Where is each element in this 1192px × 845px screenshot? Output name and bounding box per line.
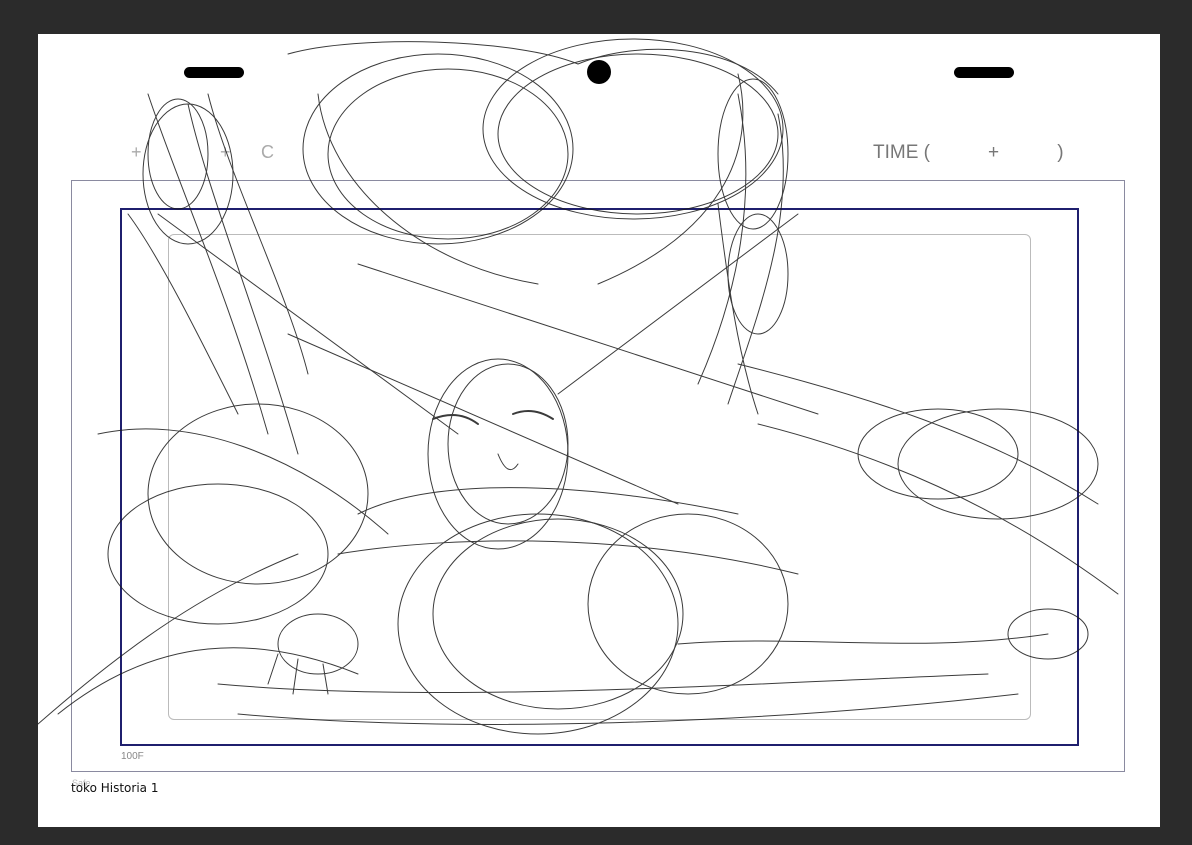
animation-sheet: + + C TIME ( + ) 100F Safe toko Historia… <box>38 34 1160 827</box>
sketch-stroke <box>727 213 789 335</box>
rough-sketch-drawing <box>38 38 1119 735</box>
sketch-stroke <box>142 103 234 245</box>
sketch-stroke <box>57 647 359 715</box>
sketch-stroke <box>597 73 744 285</box>
sketch-stroke <box>357 487 739 515</box>
sketch-stroke <box>717 203 759 415</box>
sketch-stroke <box>587 513 789 695</box>
sketch-stroke <box>147 98 209 210</box>
sketch-stroke <box>217 673 989 694</box>
sketch-stroke <box>677 633 1049 645</box>
sketch-stroke <box>157 213 459 435</box>
sketch-stroke <box>277 613 359 675</box>
sketch-stroke <box>482 38 784 220</box>
sketch-stroke <box>897 408 1099 520</box>
sketch-stroke <box>97 428 389 535</box>
sketch-stroke <box>432 414 479 425</box>
sketch-stroke <box>497 453 519 471</box>
sketch-stroke <box>857 408 1019 500</box>
frame-size-label: 100F <box>121 751 144 762</box>
sketch-stroke <box>557 213 799 395</box>
sketch-stroke <box>187 103 299 455</box>
sketch-stroke <box>757 423 1119 595</box>
sketch-stroke <box>302 53 574 245</box>
sketch-stroke <box>497 53 779 215</box>
sketch-stroke <box>357 263 819 415</box>
sketch-stroke <box>447 363 569 525</box>
sketch-stroke <box>317 93 539 285</box>
sketch-stroke <box>287 333 679 505</box>
sketch-stroke <box>38 553 299 725</box>
sketch-stroke <box>337 540 799 575</box>
sketch-stroke <box>107 483 329 625</box>
sketch-stroke <box>327 68 569 240</box>
sketch-stroke <box>737 363 1099 505</box>
sketch-stroke <box>237 693 1019 725</box>
sketch-stroke <box>207 93 309 375</box>
file-name-label: toko Historia 1 <box>71 781 159 795</box>
sketch-stroke <box>512 409 554 420</box>
